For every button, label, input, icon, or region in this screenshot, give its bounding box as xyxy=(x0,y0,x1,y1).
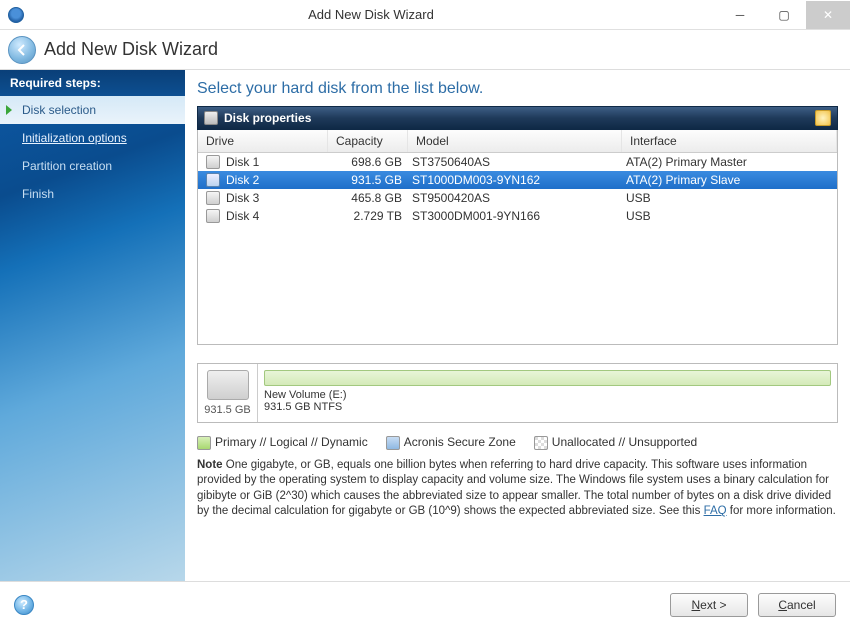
wizard-title: Add New Disk Wizard xyxy=(44,39,218,60)
legend-swatch-unallocated xyxy=(534,436,548,450)
legend: Primary // Logical // Dynamic Acronis Se… xyxy=(197,435,838,450)
sidebar-item-initialization-options[interactable]: Initialization options xyxy=(0,124,185,152)
table-header: Drive Capacity Model Interface xyxy=(198,130,837,153)
disk-table[interactable]: Drive Capacity Model Interface Disk 1 698… xyxy=(197,130,838,345)
table-body: Disk 1 698.6 GBST3750640ASATA(2) Primary … xyxy=(198,153,837,225)
disk-icon xyxy=(204,111,218,125)
back-button[interactable] xyxy=(8,36,36,64)
disk-properties-header: Disk properties xyxy=(197,106,838,130)
page-heading: Select your hard disk from the list belo… xyxy=(197,80,838,98)
cell-interface: ATA(2) Primary Master xyxy=(622,155,837,169)
col-interface[interactable]: Interface xyxy=(622,130,837,152)
arrow-left-icon xyxy=(16,44,28,56)
disk-layout-box: 931.5 GB New Volume (E:) 931.5 GB NTFS xyxy=(197,363,838,423)
hdd-icon xyxy=(207,370,249,400)
cell-interface: USB xyxy=(622,191,837,205)
sidebar-item-partition-creation: Partition creation xyxy=(0,152,185,180)
cell-model: ST3750640AS xyxy=(408,155,622,169)
cell-capacity: 2.729 TB xyxy=(328,209,408,223)
minimize-button[interactable]: ─ xyxy=(718,1,762,29)
legend-swatch-primary xyxy=(197,436,211,450)
cell-model: ST9500420AS xyxy=(408,191,622,205)
cell-drive: Disk 1 xyxy=(226,155,259,169)
legend-acronis: Acronis Secure Zone xyxy=(404,435,516,449)
cancel-button[interactable]: Cancel xyxy=(758,593,836,617)
cell-model: ST3000DM001-9YN166 xyxy=(408,209,622,223)
hdd-icon xyxy=(206,155,220,169)
disk-summary: 931.5 GB xyxy=(198,364,258,422)
sidebar-item-disk-selection[interactable]: Disk selection xyxy=(0,96,185,124)
table-row[interactable]: Disk 4 2.729 TBST3000DM001-9YN166USB xyxy=(198,207,837,225)
cell-interface: ATA(2) Primary Slave xyxy=(622,173,837,187)
sidebar-item-finish: Finish xyxy=(0,180,185,208)
volume-name: New Volume (E:) xyxy=(264,389,831,401)
cell-drive: Disk 4 xyxy=(226,209,259,223)
cell-drive: Disk 3 xyxy=(226,191,259,205)
note-text: Note One gigabyte, or GB, equals one bil… xyxy=(197,458,838,520)
cell-model: ST1000DM003-9YN162 xyxy=(408,173,622,187)
wizard-main: Select your hard disk from the list belo… xyxy=(185,70,850,581)
faq-link[interactable]: FAQ xyxy=(704,505,727,517)
disk-properties-title: Disk properties xyxy=(224,111,815,125)
legend-unallocated: Unallocated // Unsupported xyxy=(552,435,697,449)
cell-capacity: 465.8 GB xyxy=(328,191,408,205)
hdd-icon xyxy=(206,209,220,223)
note-part2: for more information. xyxy=(727,505,836,517)
disk-capacity-label: 931.5 GB xyxy=(204,404,251,416)
window-titlebar: Add New Disk Wizard ─ ▢ ✕ xyxy=(0,0,850,30)
volume-detail: 931.5 GB NTFS xyxy=(264,401,831,413)
next-button[interactable]: Next > xyxy=(670,593,748,617)
cell-capacity: 931.5 GB xyxy=(328,173,408,187)
window-title: Add New Disk Wizard xyxy=(24,7,718,22)
legend-swatch-acronis xyxy=(386,436,400,450)
col-model[interactable]: Model xyxy=(408,130,622,152)
wizard-footer: ? Next > Cancel xyxy=(0,581,850,627)
table-row[interactable]: Disk 2 931.5 GBST1000DM003-9YN162ATA(2) P… xyxy=(198,171,837,189)
cell-drive: Disk 2 xyxy=(226,173,259,187)
panel-options-icon[interactable] xyxy=(815,110,831,126)
cell-capacity: 698.6 GB xyxy=(328,155,408,169)
col-capacity[interactable]: Capacity xyxy=(328,130,408,152)
sidebar-heading: Required steps: xyxy=(0,70,185,96)
help-icon[interactable]: ? xyxy=(14,595,34,615)
hdd-icon xyxy=(206,173,220,187)
volume-area[interactable]: New Volume (E:) 931.5 GB NTFS xyxy=(258,364,837,422)
table-row[interactable]: Disk 1 698.6 GBST3750640ASATA(2) Primary … xyxy=(198,153,837,171)
wizard-sidebar: Required steps: Disk selection Initializ… xyxy=(0,70,185,581)
table-row[interactable]: Disk 3 465.8 GBST9500420ASUSB xyxy=(198,189,837,207)
cell-interface: USB xyxy=(622,209,837,223)
maximize-button[interactable]: ▢ xyxy=(762,1,806,29)
close-button[interactable]: ✕ xyxy=(806,1,850,29)
hdd-icon xyxy=(206,191,220,205)
volume-bar[interactable] xyxy=(264,370,831,386)
col-drive[interactable]: Drive xyxy=(198,130,328,152)
note-bold: Note xyxy=(197,459,223,471)
legend-primary: Primary // Logical // Dynamic xyxy=(215,435,368,449)
app-icon xyxy=(8,7,24,23)
wizard-header: Add New Disk Wizard xyxy=(0,30,850,70)
